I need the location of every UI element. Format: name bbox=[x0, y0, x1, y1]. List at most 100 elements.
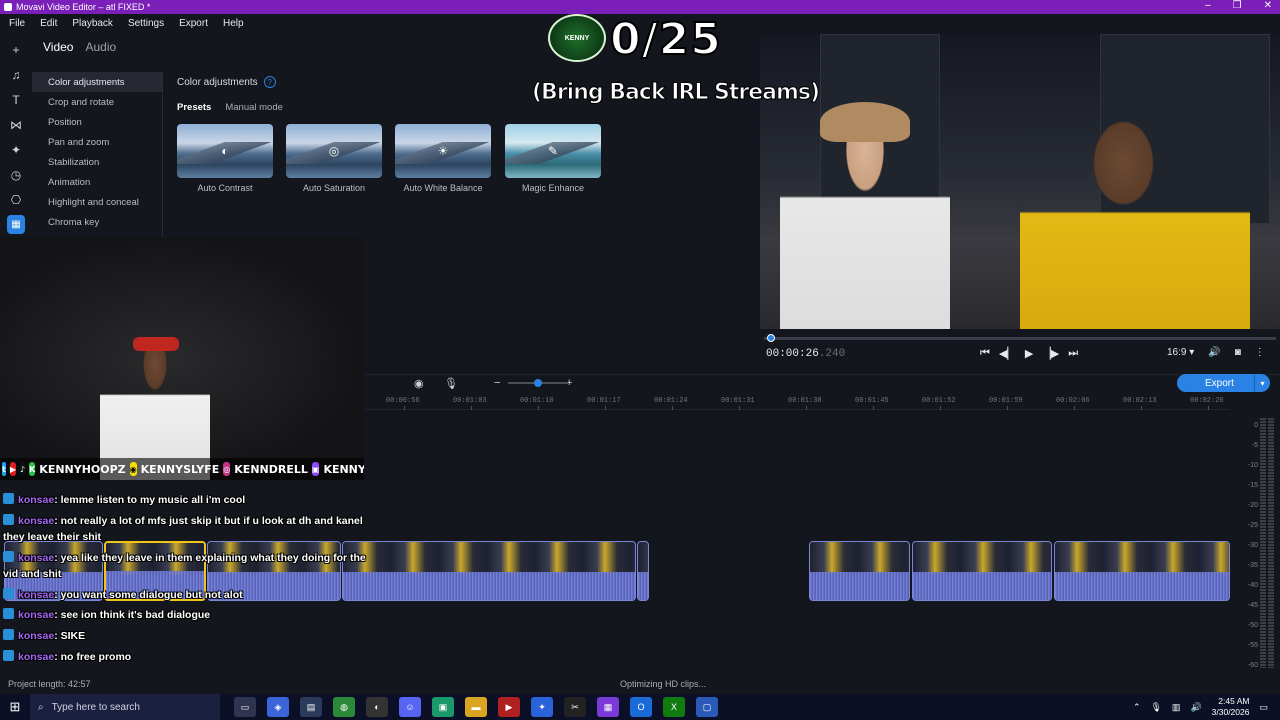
microphone-icon[interactable]: 🎙 bbox=[444, 377, 458, 390]
video-preview[interactable] bbox=[760, 34, 1280, 329]
sidebar-item-animation[interactable]: Animation bbox=[32, 172, 162, 192]
hair bbox=[820, 102, 910, 142]
zoom-out-icon[interactable]: − bbox=[494, 377, 500, 389]
ruler-tick-label: 00:01:38 bbox=[788, 397, 822, 405]
sidebar-item-pan-zoom[interactable]: Pan and zoom bbox=[32, 132, 162, 152]
preset-label: Auto Saturation bbox=[302, 183, 366, 193]
menu-export[interactable]: Export bbox=[179, 18, 208, 29]
stickers-icon[interactable]: ◷ bbox=[7, 165, 25, 184]
timeline-clip[interactable] bbox=[342, 541, 636, 601]
movavi-icon[interactable]: ✦ bbox=[531, 697, 553, 717]
xbox-icon[interactable]: X bbox=[663, 697, 685, 717]
windows-start-icon[interactable]: ⊞ bbox=[0, 699, 30, 715]
notifications-icon[interactable]: ▭ bbox=[1259, 702, 1268, 713]
capcut-icon[interactable]: ✂ bbox=[564, 697, 586, 717]
chevron-down-icon[interactable]: ▾ bbox=[1254, 374, 1270, 392]
skip-start-icon[interactable]: ⏮ bbox=[980, 347, 990, 360]
aspect-ratio-select[interactable]: 16:9 ▾ bbox=[1167, 347, 1194, 358]
preset-mode-tabs: Presets Manual mode bbox=[177, 102, 283, 113]
chrome-icon[interactable]: ◍ bbox=[333, 697, 355, 717]
prev-frame-icon[interactable]: ◀▏ bbox=[999, 347, 1016, 360]
import-icon[interactable]: + bbox=[7, 40, 25, 59]
sidebar-item-chroma-key[interactable]: Chroma key bbox=[32, 212, 162, 232]
taskbar-apps: ▭ ◈ ▤ ◍ ◐ ☺ ▣ ▬ ▶ ✦ ✂ ▦ O X ▢ bbox=[234, 697, 718, 717]
ruler-tick-label: 00:02:13 bbox=[1123, 397, 1157, 405]
discord-icon[interactable]: ☺ bbox=[399, 697, 421, 717]
titles-icon[interactable]: T bbox=[7, 90, 25, 109]
search-icon: ⌕ bbox=[38, 701, 44, 713]
help-icon[interactable]: ? bbox=[263, 76, 276, 88]
handle-kennyhoopz: KENNYHOOPZ bbox=[39, 462, 126, 476]
audio-level-meter: 0 -5 -10 -15 -20 -25 -30 -35 -40 -45 -50 -55 -60 bbox=[1232, 410, 1280, 675]
sidebar-item-position[interactable]: Position bbox=[32, 112, 162, 132]
sidebar-item-highlight-conceal[interactable]: Highlight and conceal bbox=[32, 192, 162, 212]
twitch-icon bbox=[3, 588, 14, 599]
microphone-icon[interactable]: 🎙 bbox=[1150, 702, 1161, 713]
next-frame-icon[interactable]: ▕▶ bbox=[1042, 347, 1059, 360]
skip-end-icon[interactable]: ⏭ bbox=[1068, 347, 1078, 360]
panel-title: Color adjustments ? bbox=[177, 76, 276, 88]
timeline-clip[interactable] bbox=[1054, 541, 1230, 601]
app-icon[interactable]: ▦ bbox=[597, 697, 619, 717]
tab-video[interactable]: Video bbox=[43, 40, 73, 54]
transitions-icon[interactable]: ⋈ bbox=[7, 115, 25, 134]
app-icon[interactable]: ▣ bbox=[432, 697, 454, 717]
menu-settings[interactable]: Settings bbox=[128, 18, 164, 29]
sidebar-item-crop-rotate[interactable]: Crop and rotate bbox=[32, 92, 162, 112]
more-tools-icon[interactable]: ▦ bbox=[7, 215, 25, 234]
menu-edit[interactable]: Edit bbox=[40, 18, 57, 29]
twitch-icon bbox=[3, 629, 14, 640]
snapshot-icon[interactable]: ◙ bbox=[1235, 347, 1241, 358]
minimize-button[interactable]: – bbox=[1205, 0, 1211, 11]
store-icon[interactable]: ▤ bbox=[300, 697, 322, 717]
maximize-button[interactable]: ❐ bbox=[1233, 0, 1242, 11]
preset-magic-enhance[interactable]: ✎ bbox=[505, 124, 601, 178]
tab-manual-mode[interactable]: Manual mode bbox=[225, 102, 283, 113]
outlook-icon[interactable]: O bbox=[630, 697, 652, 717]
chat-text: : see ion think it's bad dialogue bbox=[54, 609, 211, 621]
preset-auto-contrast[interactable]: ◐ bbox=[177, 124, 273, 178]
clock[interactable]: 2:45 AM 3/30/2026 bbox=[1212, 696, 1250, 718]
timeline-clip[interactable] bbox=[637, 541, 649, 601]
ruler-tick bbox=[605, 406, 606, 410]
zoom-slider[interactable] bbox=[508, 379, 568, 387]
chat-user: konsae bbox=[18, 515, 55, 527]
menu-file[interactable]: File bbox=[9, 18, 25, 29]
copilot-icon[interactable]: ◈ bbox=[267, 697, 289, 717]
filters-icon[interactable]: ✦ bbox=[7, 140, 25, 159]
sidebar-item-stabilization[interactable]: Stabilization bbox=[32, 152, 162, 172]
file-explorer-icon[interactable]: ▬ bbox=[465, 697, 487, 717]
network-icon[interactable]: ▥ bbox=[1172, 702, 1181, 713]
video-app-icon[interactable]: ▶ bbox=[498, 697, 520, 717]
music-icon[interactable]: ♫ bbox=[7, 65, 25, 84]
timeline-ruler[interactable]: 00:00:56 00:01:03 00:01:10 00:01:17 00:01:24… bbox=[364, 396, 1230, 410]
scrubber-handle[interactable] bbox=[766, 334, 775, 342]
menu-playback[interactable]: Playback bbox=[72, 18, 113, 29]
taskbar-search[interactable]: ⌕ Type here to search bbox=[30, 694, 220, 720]
tab-presets[interactable]: Presets bbox=[177, 102, 211, 113]
preset-auto-white-balance[interactable]: ☀ bbox=[395, 124, 491, 178]
sidebar-item-color-adjustments[interactable]: Color adjustments bbox=[32, 72, 162, 92]
meter-bar-right bbox=[1260, 418, 1266, 668]
play-icon[interactable]: ▶ bbox=[1025, 347, 1033, 360]
timeline-clip[interactable] bbox=[809, 541, 910, 601]
chevron-up-icon[interactable]: ⌃ bbox=[1133, 702, 1141, 713]
export-button[interactable]: Export ▾ bbox=[1177, 374, 1270, 392]
preset-auto-saturation[interactable]: ◎ bbox=[286, 124, 382, 178]
volume-icon[interactable]: 🔊 bbox=[1208, 347, 1220, 358]
timeline-clip[interactable] bbox=[912, 541, 1052, 601]
window-title: Movavi Video Editor – atl FIXED * bbox=[16, 2, 151, 12]
zoom-slider-handle[interactable] bbox=[534, 379, 542, 387]
task-view-icon[interactable]: ▭ bbox=[234, 697, 256, 717]
tab-audio[interactable]: Audio bbox=[85, 40, 116, 54]
more-icon[interactable]: ⋮ bbox=[1255, 347, 1265, 358]
volume-icon[interactable]: 🔊 bbox=[1190, 702, 1201, 713]
app-icon[interactable]: ▢ bbox=[696, 697, 718, 717]
close-button[interactable]: ✕ bbox=[1264, 0, 1272, 11]
record-voice-icon[interactable]: ◉ bbox=[414, 377, 424, 390]
preview-scrubber[interactable] bbox=[764, 334, 1276, 342]
elements-icon[interactable]: ⎔ bbox=[7, 190, 25, 209]
obs-icon[interactable]: ◐ bbox=[366, 697, 388, 717]
chat-message: konsae: lemme listen to my music all i'm… bbox=[3, 493, 245, 506]
menu-help[interactable]: Help bbox=[223, 18, 244, 29]
